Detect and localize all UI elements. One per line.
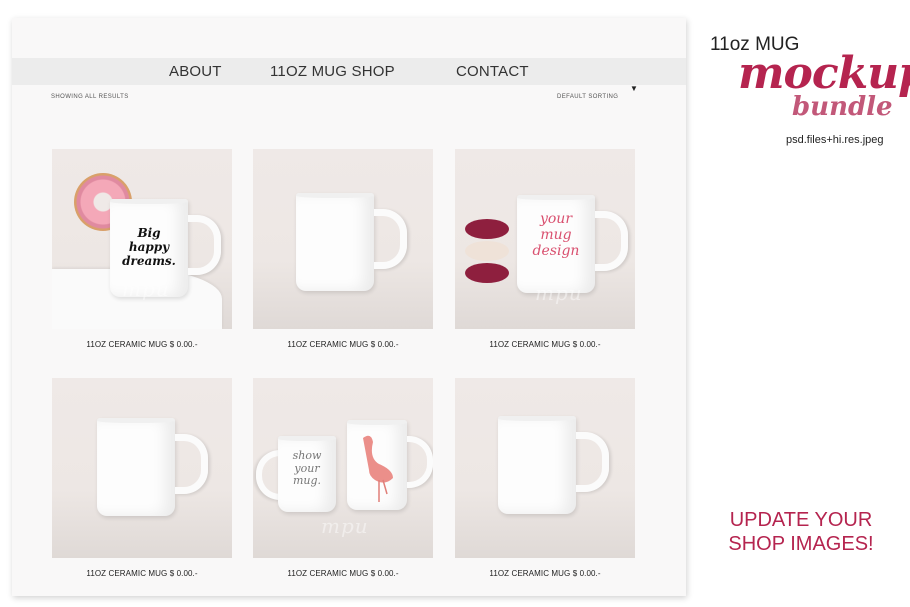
product-image[interactable]: [52, 378, 232, 558]
product-image[interactable]: [253, 149, 433, 329]
shop-page-frame: ABOUT 11OZ MUG SHOP CONTACT SHOWING ALL …: [12, 18, 686, 596]
results-count: SHOWING ALL RESULTS: [51, 94, 129, 100]
product-name: 11OZ CERAMIC MUG: [489, 340, 571, 349]
macaron: [465, 241, 509, 261]
mug: [498, 416, 576, 514]
macaron: [465, 219, 509, 239]
product-image[interactable]: Big happy dreams. mpu: [52, 149, 232, 329]
watermark: mpu: [321, 514, 369, 538]
nav-item-mug-shop[interactable]: 11OZ MUG SHOP: [270, 63, 395, 80]
product-price: $ 0.00.-: [169, 569, 198, 578]
nav-item-contact[interactable]: CONTACT: [456, 63, 529, 80]
sort-dropdown-icon[interactable]: ▼: [630, 84, 638, 93]
mug-handle: [188, 215, 221, 275]
product-name: 11OZ CERAMIC MUG: [489, 569, 571, 578]
mug-print-text: show your mug.: [292, 449, 322, 488]
product-card[interactable]: your mug design mpu 11OZ CERAMIC MUG $ 0…: [455, 149, 635, 349]
mug: [296, 193, 374, 291]
product-price: $ 0.00.-: [572, 340, 601, 349]
brand-logo-bundle: bundle: [792, 92, 893, 122]
mug-handle: [576, 432, 609, 492]
watermark: mpu: [535, 281, 583, 305]
product-name: 11OZ CERAMIC MUG: [287, 340, 369, 349]
product-name: 11OZ CERAMIC MUG: [86, 569, 168, 578]
product-caption[interactable]: 11OZ CERAMIC MUG $ 0.00.-: [455, 340, 635, 349]
product-image[interactable]: show your mug. mpu: [253, 378, 433, 558]
watermark: mpu: [122, 277, 170, 301]
product-price: $ 0.00.-: [370, 340, 399, 349]
mug: your mug design: [517, 195, 595, 293]
mug: show your mug.: [278, 436, 336, 512]
product-card[interactable]: 11OZ CERAMIC MUG $ 0.00.-: [253, 149, 433, 349]
mug-handle: [407, 436, 433, 488]
mug-handle: [175, 434, 208, 494]
mug-print-text: your mug design: [532, 211, 580, 260]
product-caption[interactable]: 11OZ CERAMIC MUG $ 0.00.-: [52, 340, 232, 349]
flamingo-icon: [363, 435, 393, 502]
mug-handle: [595, 211, 628, 271]
main-navigation: ABOUT 11OZ MUG SHOP CONTACT: [12, 58, 686, 85]
product-price: $ 0.00.-: [169, 340, 198, 349]
product-card[interactable]: Big happy dreams. mpu 11OZ CERAMIC MUG $…: [52, 149, 232, 349]
product-name: 11OZ CERAMIC MUG: [287, 569, 369, 578]
product-image[interactable]: [455, 378, 635, 558]
mug: [97, 418, 175, 516]
product-card[interactable]: show your mug. mpu 11OZ CERAMIC MUG $ 0.…: [253, 378, 433, 578]
sorting-select[interactable]: DEFAULT SORTING: [557, 94, 618, 100]
product-price: $ 0.00.-: [370, 569, 399, 578]
product-price: $ 0.00.-: [572, 569, 601, 578]
mug-print-text: Big happy dreams.: [122, 226, 176, 268]
product-caption[interactable]: 11OZ CERAMIC MUG $ 0.00.-: [52, 569, 232, 578]
cta-line: UPDATE YOUR: [729, 509, 873, 531]
product-caption[interactable]: 11OZ CERAMIC MUG $ 0.00.-: [253, 340, 433, 349]
product-caption[interactable]: 11OZ CERAMIC MUG $ 0.00.-: [455, 569, 635, 578]
mug-handle: [374, 209, 407, 269]
product-card[interactable]: 11OZ CERAMIC MUG $ 0.00.-: [455, 378, 635, 578]
product-caption[interactable]: 11OZ CERAMIC MUG $ 0.00.-: [253, 569, 433, 578]
product-image[interactable]: your mug design mpu: [455, 149, 635, 329]
macaron: [465, 263, 509, 283]
nav-item-about[interactable]: ABOUT: [169, 63, 222, 80]
product-card[interactable]: 11OZ CERAMIC MUG $ 0.00.-: [52, 378, 232, 578]
files-note: psd.files+hi.res.jpeg: [786, 134, 884, 146]
product-name: 11OZ CERAMIC MUG: [86, 340, 168, 349]
promo-cta: UPDATE YOUR SHOP IMAGES!: [717, 508, 885, 556]
cta-line: SHOP IMAGES!: [728, 533, 874, 555]
